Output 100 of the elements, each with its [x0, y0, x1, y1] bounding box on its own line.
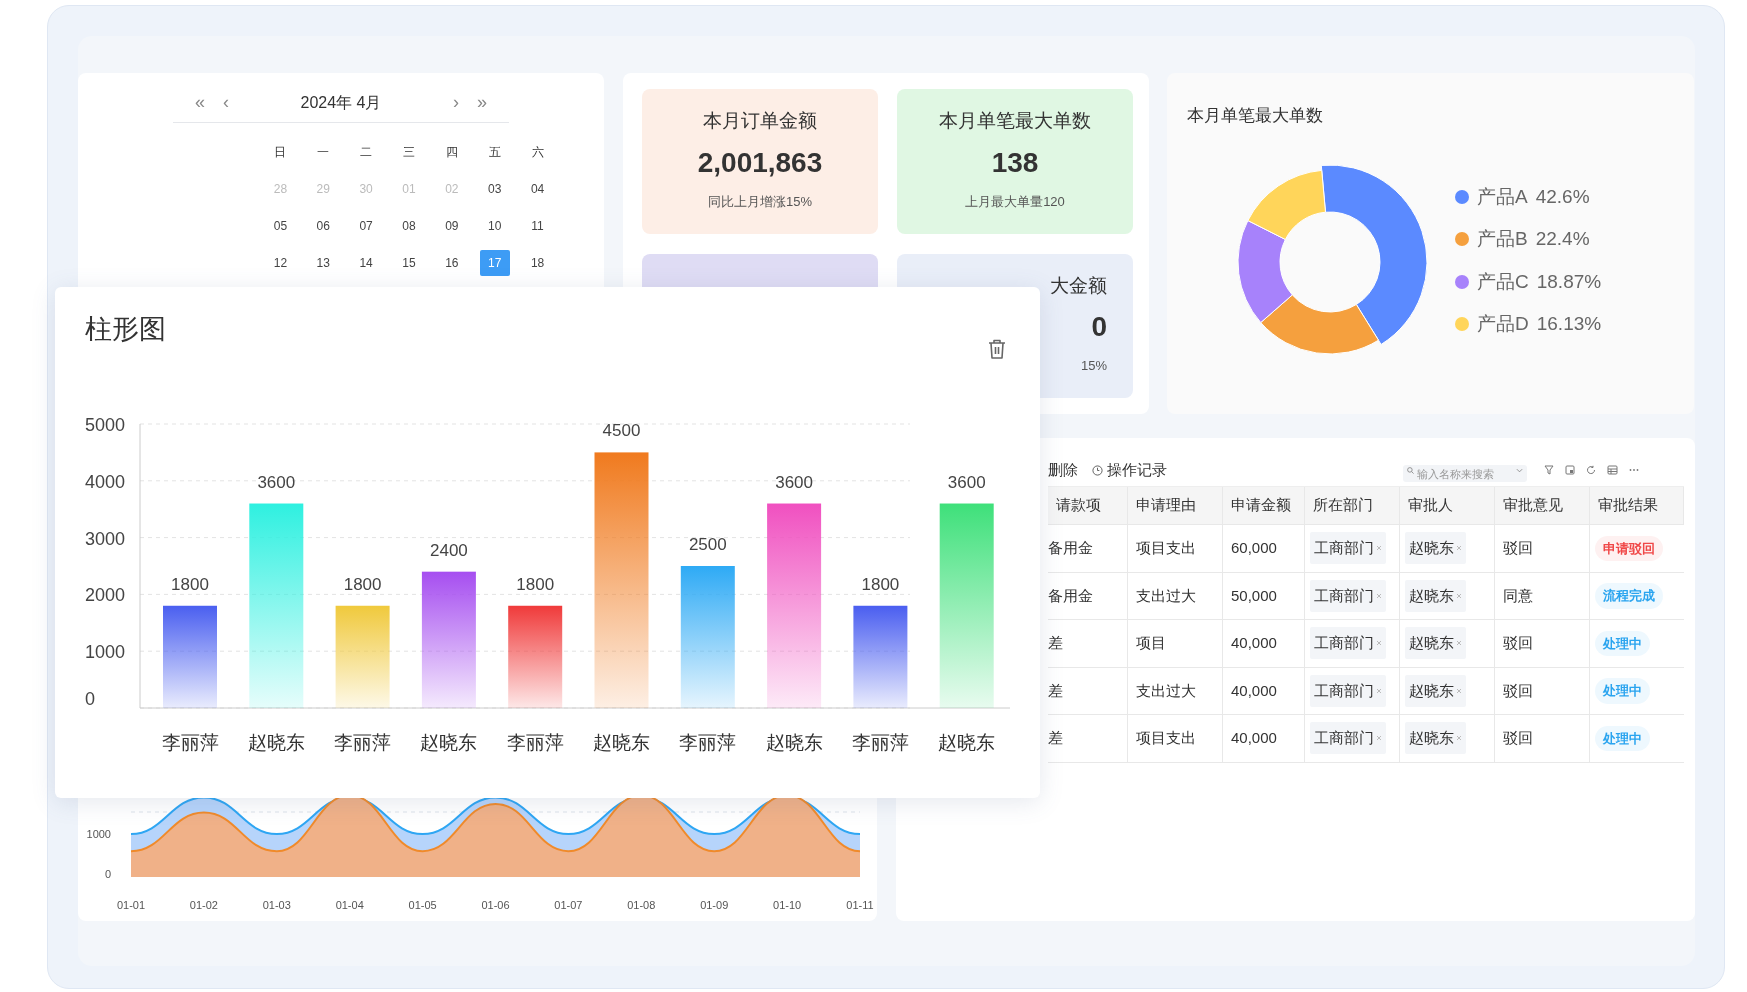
- tag-label: 工商部门: [1314, 680, 1374, 701]
- axis-label: 01-04: [335, 899, 364, 911]
- table-cell-text: 驳回: [1503, 633, 1533, 653]
- day-cell[interactable]: 07: [351, 212, 382, 239]
- remove-icon[interactable]: [1376, 687, 1382, 694]
- table-cell-text: 40,000: [1231, 633, 1277, 653]
- table-cell-text: 项目支出: [1136, 728, 1196, 748]
- category-label: 李丽萍: [506, 732, 564, 753]
- remove-icon[interactable]: [1376, 735, 1382, 742]
- export-icon[interactable]: [1565, 465, 1575, 475]
- stat-value: 138: [991, 145, 1039, 180]
- day-cell[interactable]: 03: [479, 175, 510, 202]
- value-label: 2500: [688, 535, 727, 554]
- column-header: 审批人: [1408, 495, 1453, 516]
- axis-label: 0: [104, 868, 111, 880]
- remove-icon[interactable]: [1456, 592, 1462, 599]
- filter-icon[interactable]: [1544, 465, 1554, 475]
- category-label: 赵晓东: [247, 732, 305, 753]
- weekday-label: 一: [316, 143, 331, 161]
- remove-icon[interactable]: [1376, 592, 1382, 599]
- history-button[interactable]: 操作记录: [1092, 458, 1167, 482]
- day-cell[interactable]: 12: [265, 249, 296, 276]
- remove-icon[interactable]: [1456, 687, 1462, 694]
- axis-label: 01-11: [846, 899, 874, 911]
- table-cell-text: 驳回: [1503, 728, 1533, 748]
- day-cell[interactable]: 18: [522, 249, 553, 276]
- axis-label: 1000: [85, 642, 126, 663]
- remove-icon[interactable]: [1456, 735, 1462, 742]
- table-cell-text: 驳回: [1503, 680, 1533, 701]
- day-cell[interactable]: 14: [351, 249, 382, 276]
- weekday-label: 三: [402, 143, 416, 161]
- status-badge: 流程完成: [1595, 583, 1663, 609]
- weekday-label: 日: [273, 143, 288, 161]
- weekday-label: 五: [487, 143, 502, 161]
- table-cell-text: 备用金: [1048, 585, 1093, 606]
- axis-label: 2000: [85, 585, 126, 606]
- chart-title: 本月单笔最大单数: [1187, 106, 1323, 125]
- day-cell[interactable]: 11: [522, 212, 553, 239]
- table-cell-text: 项目支出: [1136, 538, 1196, 558]
- day-cell[interactable]: 05: [265, 212, 296, 239]
- trash-icon[interactable]: [987, 338, 1007, 360]
- value-label: 4500: [602, 421, 641, 441]
- table-cell-text: 差: [1048, 680, 1063, 701]
- axis-label: 1000: [86, 828, 111, 840]
- refresh-icon[interactable]: [1586, 465, 1596, 475]
- legend-label: 产品C: [1477, 269, 1529, 294]
- day-cell[interactable]: 10: [479, 212, 510, 239]
- more-icon[interactable]: [1629, 468, 1639, 472]
- axis-label: 01-07: [554, 899, 583, 911]
- legend-label: 产品B: [1477, 227, 1528, 251]
- day-cell[interactable]: 09: [436, 212, 467, 239]
- caret-icon: [1516, 467, 1523, 473]
- category-label: 李丽萍: [334, 732, 392, 753]
- table-cell-text: 差: [1048, 728, 1063, 748]
- remove-icon[interactable]: [1456, 545, 1462, 552]
- tag-label: 赵晓东: [1409, 585, 1454, 606]
- day-cell[interactable]: 06: [308, 212, 339, 239]
- axis-label: 01-06: [481, 899, 510, 911]
- status-badge: 处理中: [1595, 630, 1650, 656]
- remove-icon[interactable]: [1376, 545, 1382, 552]
- day-cell[interactable]: 08: [394, 212, 424, 239]
- value-label: 3600: [775, 472, 813, 492]
- day-cell[interactable]: 15: [394, 249, 424, 276]
- status-badge: 申请驳回: [1595, 535, 1663, 561]
- category-label: 赵晓东: [765, 732, 823, 753]
- value-label: 2400: [430, 540, 468, 560]
- legend-label: 产品A: [1477, 184, 1528, 209]
- weekday-label: 二: [359, 143, 374, 161]
- previous-month-button[interactable]: ‹: [223, 89, 229, 116]
- axis-label: 5000: [85, 415, 126, 435]
- table-cell-text: 项目: [1136, 633, 1166, 653]
- legend-label: 产品D: [1477, 312, 1529, 336]
- day-cell[interactable]: 13: [308, 249, 339, 276]
- status-badge: 处理中: [1595, 678, 1650, 704]
- tag-label: 工商部门: [1314, 538, 1374, 558]
- delete-button[interactable]: 删除: [1048, 458, 1078, 482]
- stat-note: 15%: [1080, 357, 1107, 375]
- remove-icon[interactable]: [1376, 640, 1382, 647]
- previous-year-button[interactable]: «: [195, 89, 205, 116]
- category-label: 李丽萍: [679, 732, 737, 753]
- value-label: 1800: [861, 574, 900, 594]
- next-month-button[interactable]: ›: [453, 89, 459, 116]
- search-field[interactable]: 输入名称来搜索: [1403, 465, 1527, 482]
- table-icon[interactable]: [1607, 465, 1618, 475]
- axis-label: 01-01: [116, 899, 146, 911]
- axis-label: 3000: [85, 528, 126, 549]
- weekday-label: 六: [530, 143, 545, 161]
- tag-label: 赵晓东: [1409, 633, 1454, 653]
- axis-label: 0: [85, 689, 95, 709]
- value-label: 1800: [171, 574, 209, 594]
- table-cell-text: 支出过大: [1136, 680, 1196, 701]
- table-cell-text: 60,000: [1231, 538, 1277, 558]
- category-label: 赵晓东: [420, 732, 478, 753]
- clock-icon: [1092, 464, 1103, 476]
- day-cell[interactable]: 16: [436, 249, 467, 276]
- remove-icon[interactable]: [1456, 640, 1462, 647]
- axis-label: 01-03: [262, 899, 291, 911]
- next-year-button[interactable]: »: [477, 89, 487, 116]
- day-cell[interactable]: 04: [522, 175, 553, 202]
- stat-title: 本月订单金额: [703, 109, 817, 133]
